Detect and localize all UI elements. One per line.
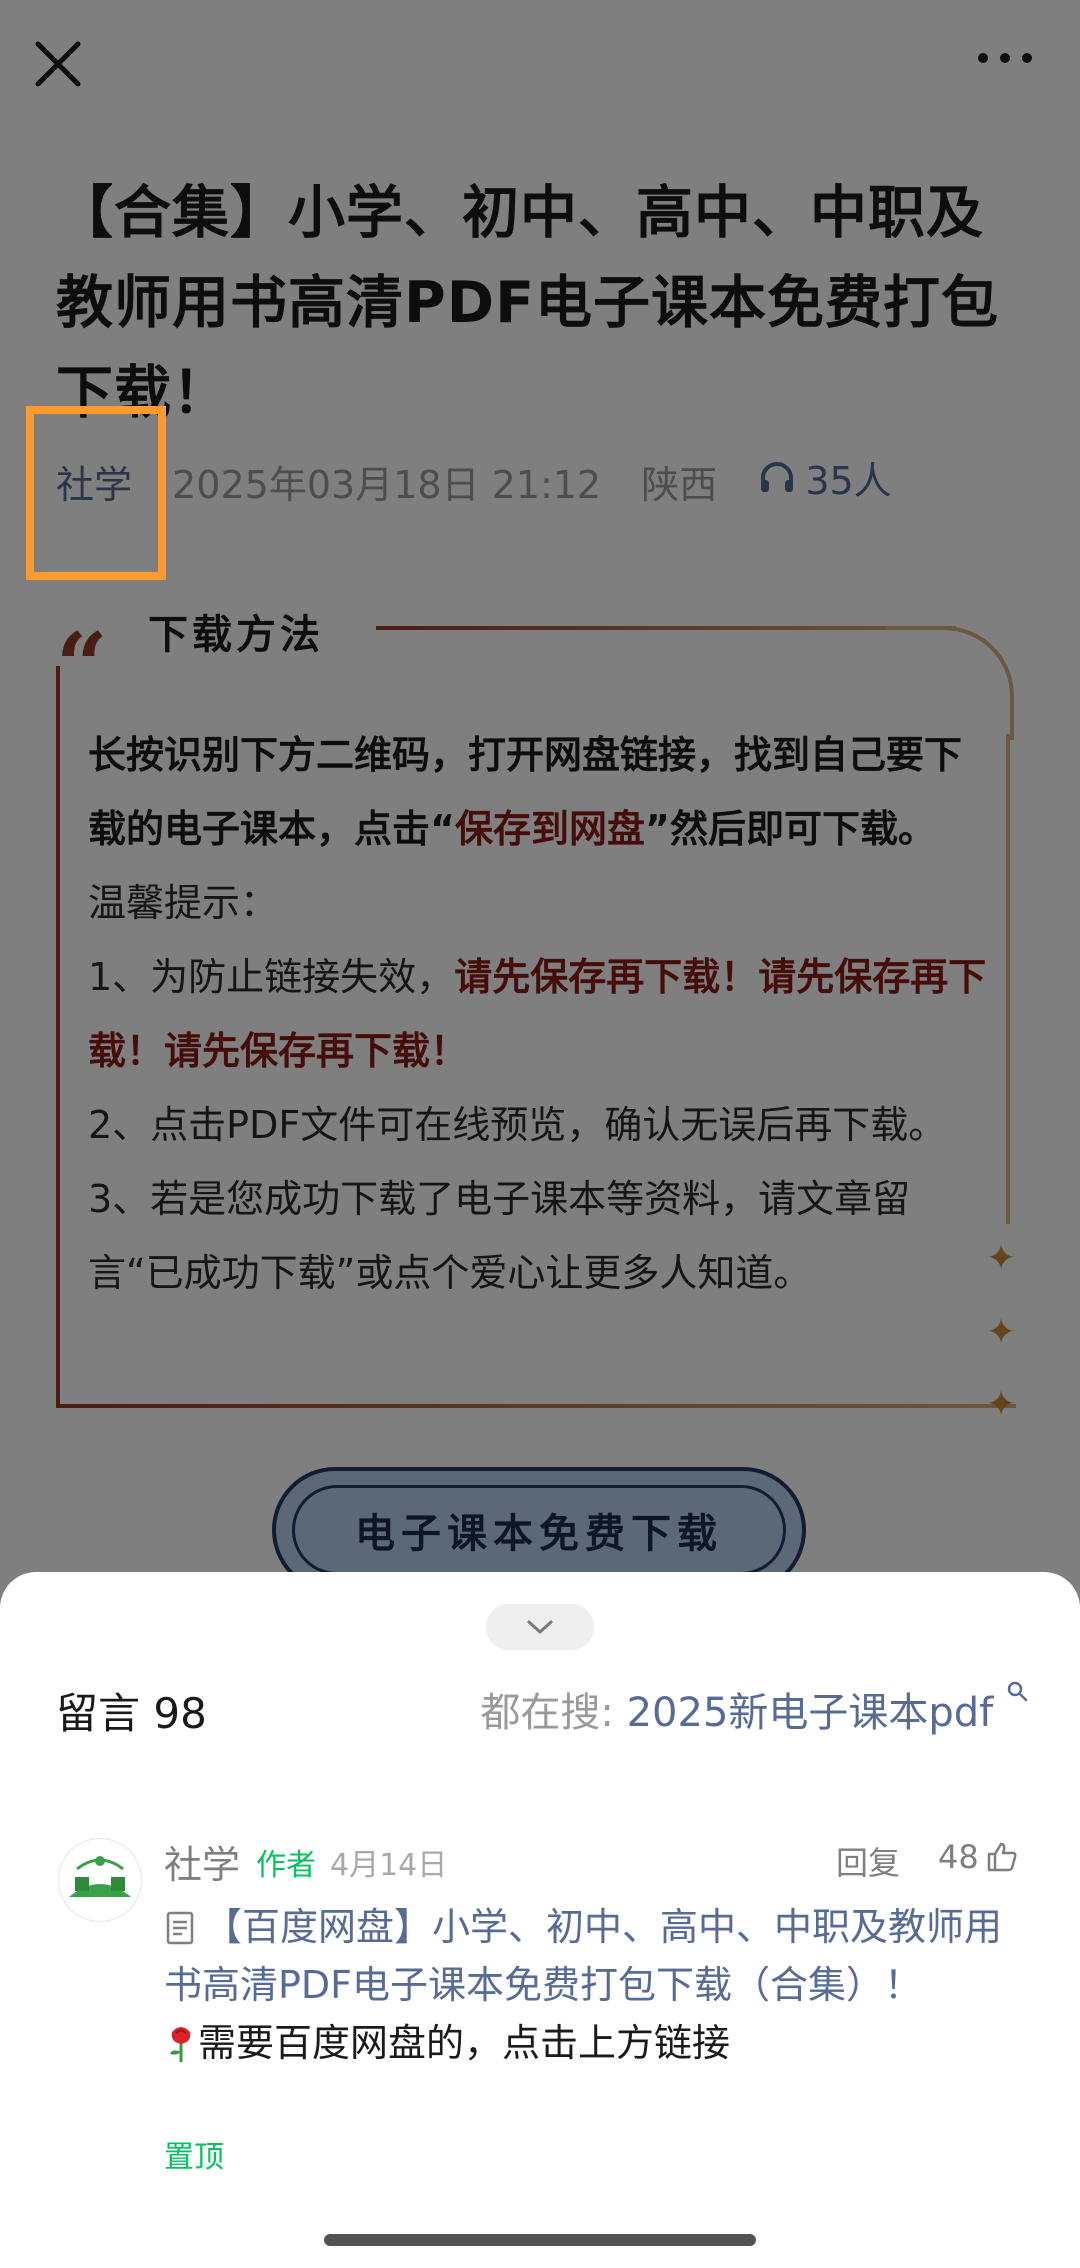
home-indicator[interactable] [324, 2234, 756, 2246]
comment-text: 需要百度网盘的，点击上方链接 [164, 2014, 1004, 2072]
comments-sheet: 留言 98 都在搜: 2025新电子课本pdf 社学 作者 4月14日 回复 4… [0, 1572, 1080, 2268]
reply-button[interactable]: 回复 [836, 1838, 900, 1884]
avatar[interactable] [58, 1838, 142, 1922]
trending-search[interactable]: 都在搜: 2025新电子课本pdf [480, 1680, 1028, 1738]
chevron-down-icon [527, 1620, 553, 1634]
comment-body: 【百度网盘】小学、初中、高中、中职及教师用书高清PDF电子课本免费打包下载（合集… [164, 1898, 1004, 2072]
like-count: 48 [938, 1838, 979, 1876]
author-tag: 作者 [256, 1848, 316, 1883]
like-button[interactable]: 48 [938, 1838, 1019, 1876]
pinned-label: 置顶 [164, 2140, 224, 2175]
logo-icon [69, 1856, 131, 1897]
collapse-handle[interactable] [486, 1604, 594, 1650]
search-icon [1007, 1681, 1028, 1702]
rose-icon [170, 2027, 191, 2062]
comment-date: 4月14日 [330, 1848, 448, 1883]
comment-link[interactable]: 【百度网盘】小学、初中、高中、中职及教师用书高清PDF电子课本免费打包下载（合集… [164, 1898, 1004, 2014]
document-icon [166, 1911, 194, 1945]
search-query-link[interactable]: 2025新电子课本pdf [627, 1690, 994, 1736]
comments-count-title: 留言 98 [56, 1689, 207, 1738]
commenter-name[interactable]: 社学 [164, 1834, 240, 1889]
thumbs-up-icon [987, 1842, 1017, 1872]
author-highlight-box [26, 406, 166, 580]
